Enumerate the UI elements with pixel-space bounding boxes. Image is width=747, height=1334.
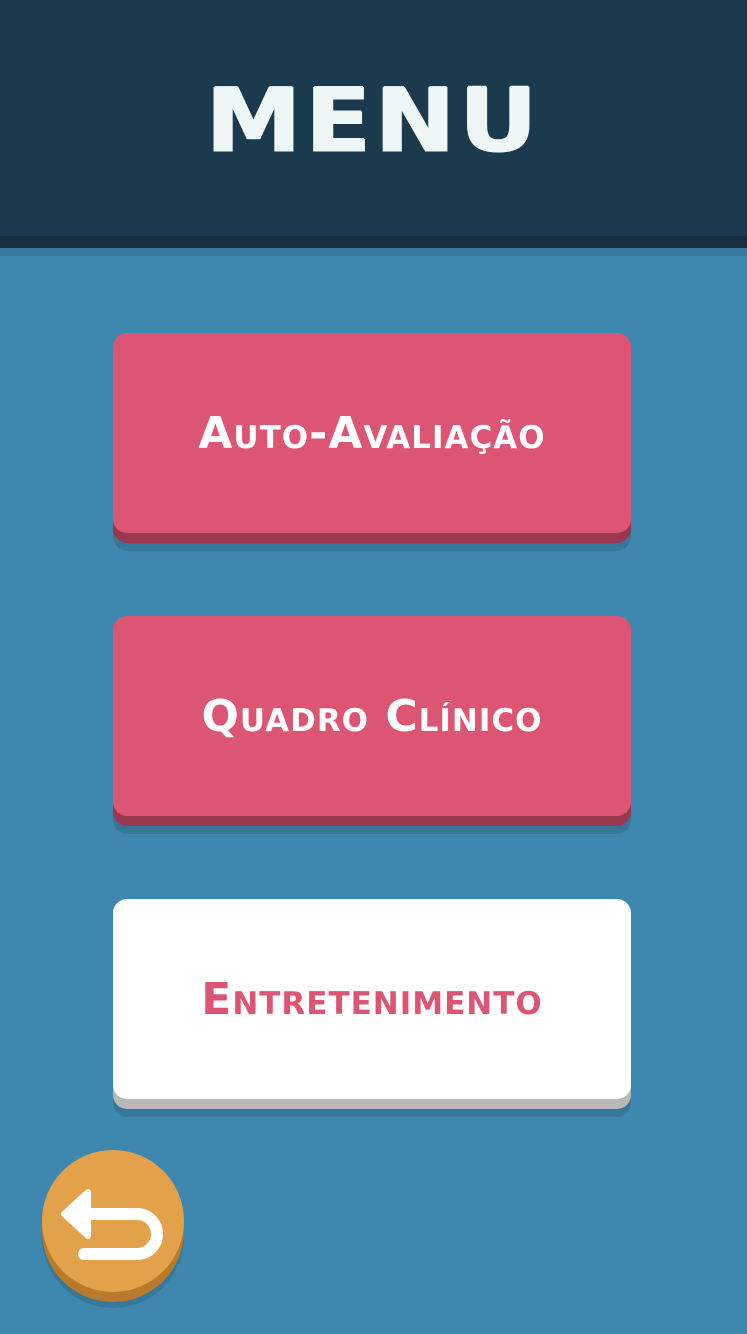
auto-avaliacao-button[interactable]: Auto-Avaliação (113, 333, 631, 533)
entretenimento-button[interactable]: Entretenimento (113, 899, 631, 1099)
quadro-clinico-label: Quadro Clínico (201, 690, 543, 742)
page-title: MENU (205, 68, 542, 172)
back-button[interactable] (42, 1150, 184, 1292)
header-bar: MENU (0, 0, 747, 236)
auto-avaliacao-label: Auto-Avaliação (198, 407, 546, 459)
entretenimento-label: Entretenimento (201, 973, 543, 1025)
back-arrow-icon (61, 1189, 163, 1260)
quadro-clinico-button[interactable]: Quadro Clínico (113, 616, 631, 816)
